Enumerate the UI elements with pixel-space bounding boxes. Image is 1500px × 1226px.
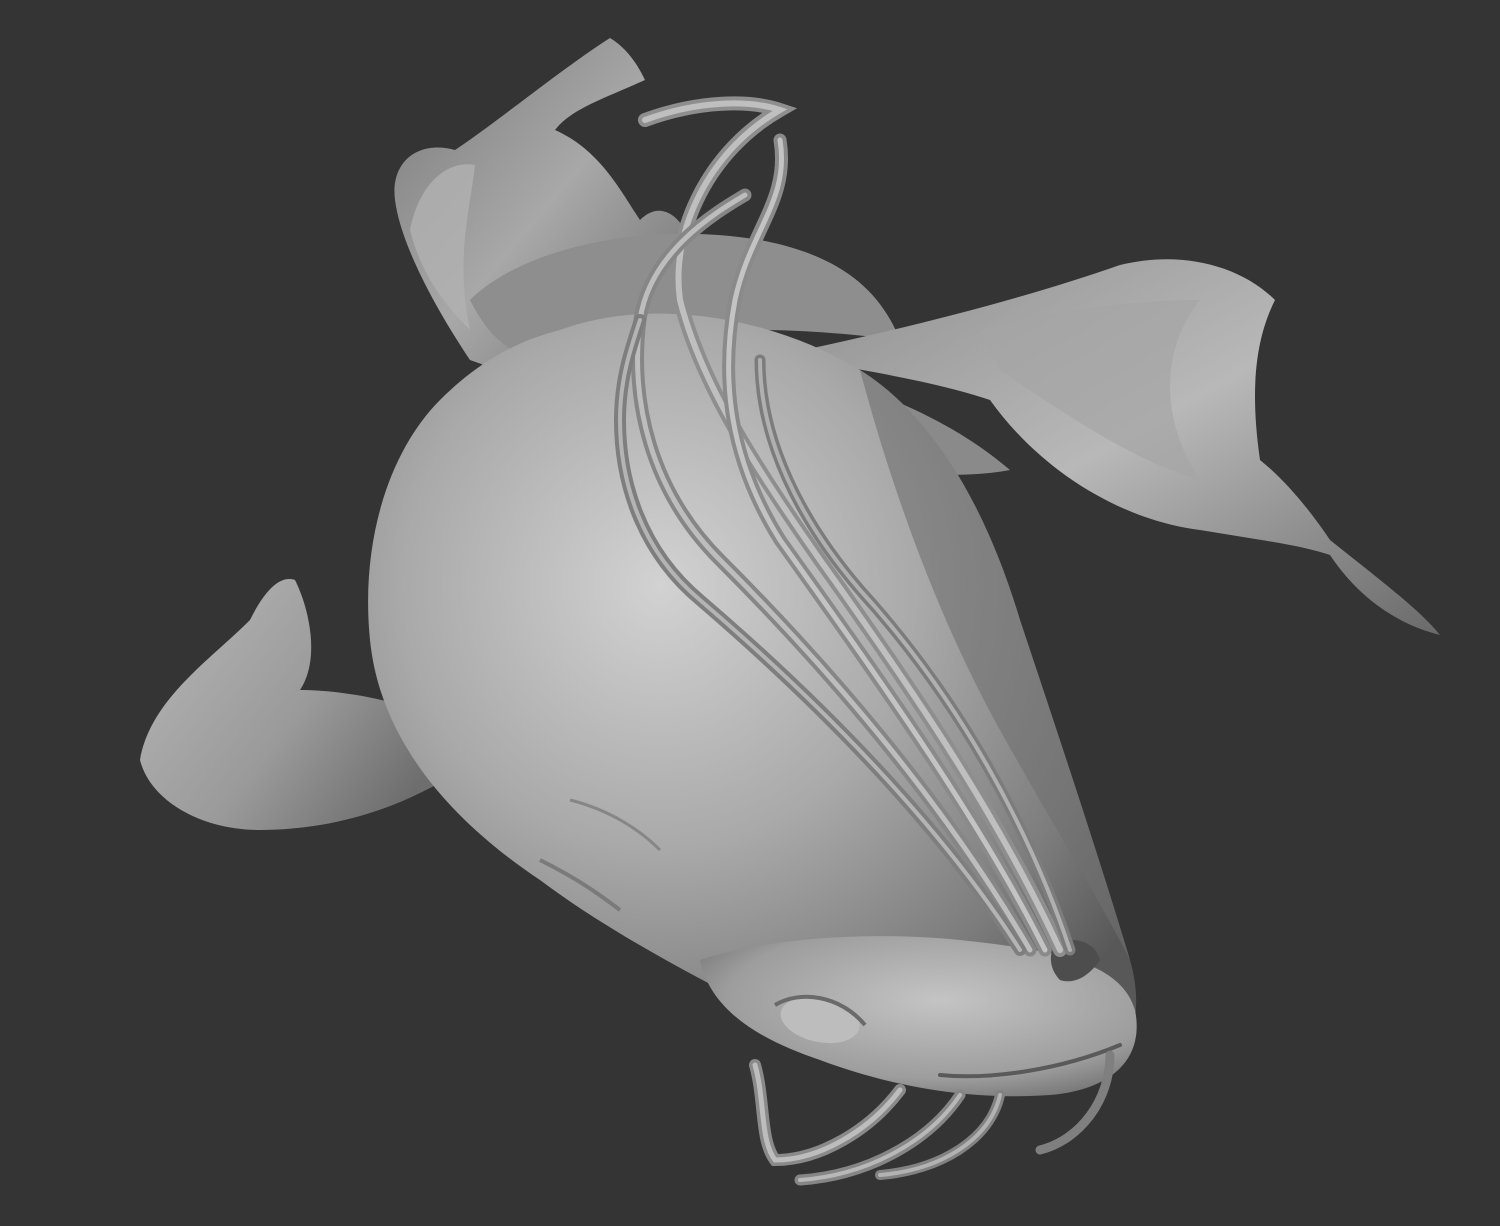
catfish-model-render xyxy=(0,0,1500,1226)
sculpt-viewport[interactable] xyxy=(0,0,1500,1226)
